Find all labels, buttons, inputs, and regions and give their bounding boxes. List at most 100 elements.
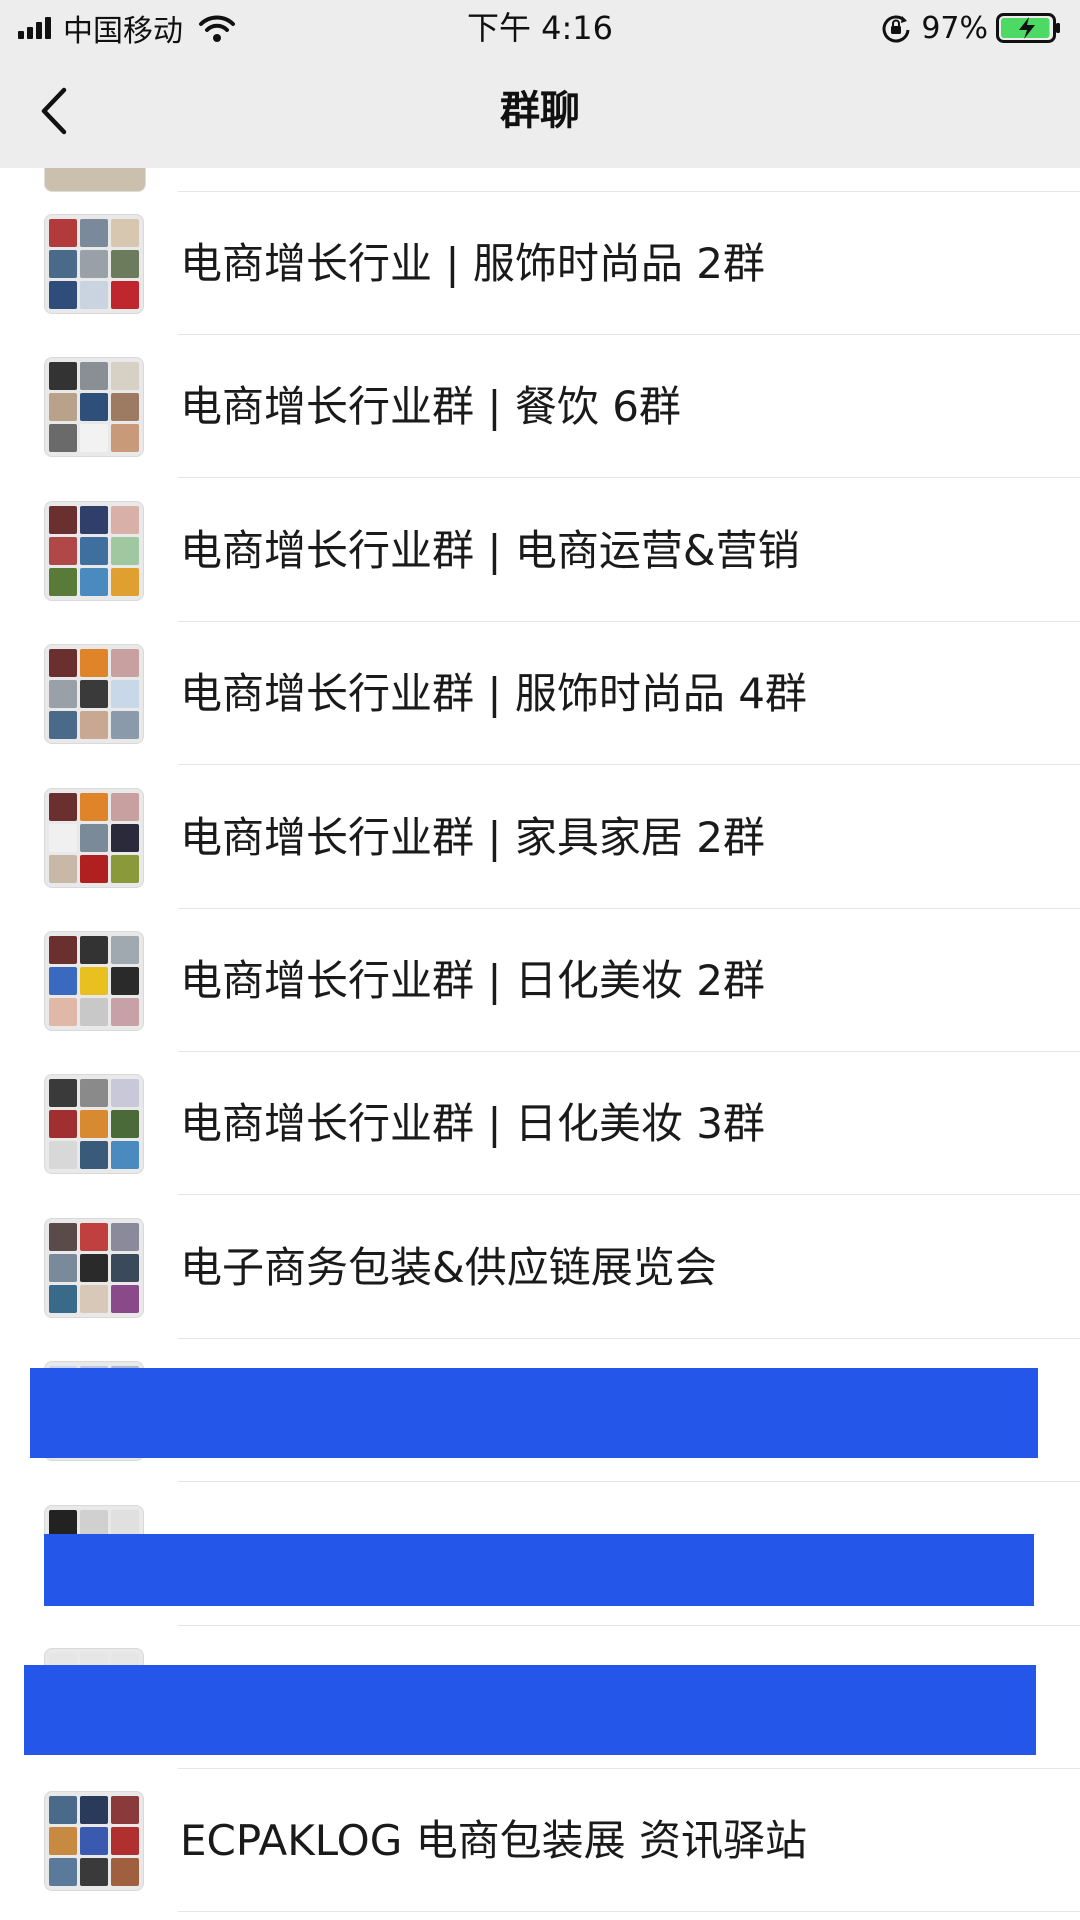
member-avatar-tile xyxy=(111,567,139,596)
member-avatar-tile xyxy=(49,281,77,309)
list-item-group-chat[interactable]: 电商增长行业群 | 服饰时尚品 4群 xyxy=(0,622,1080,766)
member-avatar-tile xyxy=(80,649,108,678)
member-avatar-tile xyxy=(80,1079,108,1108)
group-name: ECPAKLOG 电商包装展 资讯驿站 xyxy=(180,1816,807,1866)
member-avatar-tile xyxy=(111,998,139,1026)
member-avatar-tile xyxy=(49,792,77,821)
member-avatar-tile xyxy=(80,505,108,534)
member-avatar-tile xyxy=(80,680,108,709)
member-avatar-tile xyxy=(111,792,139,821)
list-item-group-chat[interactable]: 电商增长行业群 | 电商运营&营销 xyxy=(0,479,1080,622)
member-avatar-tile xyxy=(80,1253,108,1282)
member-avatar-tile xyxy=(80,536,108,565)
member-avatar-tile xyxy=(49,1284,77,1313)
nav-bar: 群聊 xyxy=(0,54,1080,168)
group-name: 电商增长行业群 | 服饰时尚品 4群 xyxy=(180,669,807,719)
member-avatar-tile xyxy=(111,1253,139,1282)
member-avatar-tile xyxy=(49,362,77,391)
group-name: 电子商务包装&供应链展览会 xyxy=(180,1242,717,1292)
member-avatar-tile xyxy=(49,567,77,596)
member-avatar-tile xyxy=(111,393,139,422)
member-avatar-tile xyxy=(111,1796,139,1825)
group-chat-list[interactable]: 电商增长行业 | 服饰时尚品 2群 电商增长行业群 | 餐饮 6群电商增长行业群 … xyxy=(0,168,1080,1920)
list-item-group-chat[interactable]: ECPAKLOG 电商包装展 资讯驿站 xyxy=(0,1769,1080,1913)
status-bar: 中国移动 下午 4:16 97% xyxy=(0,0,1080,54)
member-avatar-tile xyxy=(111,936,139,964)
member-avatar-tile xyxy=(49,1110,77,1139)
list-item-group-chat[interactable]: 电商增长行业群 | 日化美妆 3群 xyxy=(0,1052,1080,1196)
page-title: 群聊 xyxy=(500,88,580,134)
member-avatar-tile xyxy=(49,1796,77,1825)
group-name: 电商增长行业群 | 餐饮 6群 xyxy=(180,382,681,432)
group-avatar xyxy=(44,214,144,314)
member-avatar-tile xyxy=(111,424,139,453)
member-avatar-tile xyxy=(80,219,108,247)
member-avatar-tile xyxy=(80,250,108,278)
member-avatar-tile xyxy=(80,567,108,596)
member-avatar-tile xyxy=(111,281,139,309)
member-avatar-tile xyxy=(80,1141,108,1170)
member-avatar-tile xyxy=(80,967,108,995)
member-avatar-tile xyxy=(111,711,139,740)
member-avatar-tile xyxy=(80,1796,108,1825)
member-avatar-tile xyxy=(49,680,77,709)
member-avatar-tile xyxy=(49,998,77,1026)
member-avatar-tile xyxy=(111,680,139,709)
member-avatar-tile xyxy=(80,393,108,422)
member-avatar-tile xyxy=(111,1110,139,1139)
member-avatar-tile xyxy=(49,219,77,247)
member-avatar-tile xyxy=(111,250,139,278)
group-name: 电商增长行业群 | 家具家居 2群 xyxy=(180,812,765,862)
group-avatar xyxy=(44,500,144,601)
group-name: 电商增长行业群 | 日化美妆 3群 xyxy=(180,1099,765,1149)
group-avatar xyxy=(44,357,144,458)
group-avatar xyxy=(44,931,144,1031)
group-avatar xyxy=(44,787,144,888)
member-avatar-tile xyxy=(80,792,108,821)
member-avatar-tile xyxy=(111,536,139,565)
member-avatar-tile xyxy=(80,281,108,309)
member-avatar-tile xyxy=(111,219,139,247)
member-avatar-tile xyxy=(49,854,77,883)
member-avatar-tile xyxy=(80,711,108,740)
member-avatar-tile xyxy=(49,536,77,565)
member-avatar-tile xyxy=(49,1253,77,1282)
list-item-group-chat[interactable]: 电商增长行业群 | 餐饮 6群 xyxy=(0,335,1080,479)
battery-charging-icon xyxy=(996,13,1060,43)
member-avatar-tile xyxy=(111,649,139,678)
rotation-lock-icon xyxy=(882,15,910,43)
member-avatar-tile xyxy=(49,505,77,534)
member-avatar-tile xyxy=(111,505,139,534)
list-item-group-chat[interactable]: 电子商务包装&供应链展览会 xyxy=(0,1196,1080,1339)
group-name: 电商增长行业 | 服饰时尚品 2群 xyxy=(180,239,765,288)
member-avatar-tile xyxy=(80,823,108,852)
member-avatar-tile xyxy=(111,967,139,995)
member-avatar-tile xyxy=(49,1858,77,1887)
member-avatar-tile xyxy=(49,1079,77,1108)
member-avatar-tile xyxy=(49,424,77,453)
list-item-group-chat[interactable]: 电商增长行业群 | 家具家居 2群 xyxy=(0,766,1080,909)
member-avatar-tile xyxy=(111,362,139,391)
member-avatar-tile xyxy=(111,854,139,883)
member-avatar-tile xyxy=(111,1284,139,1313)
member-avatar-tile xyxy=(49,1141,77,1170)
group-avatar xyxy=(44,168,146,192)
list-item-group-chat[interactable]: 电商增长行业群 | 日化美妆 2群 xyxy=(0,909,1080,1052)
member-avatar-tile xyxy=(49,936,77,964)
member-avatar-tile xyxy=(80,1827,108,1856)
member-avatar-tile xyxy=(49,393,77,422)
member-avatar-tile xyxy=(80,1222,108,1251)
group-avatar xyxy=(44,644,144,745)
list-item-group-chat[interactable]: 电商增长行业 | 服饰时尚品 2群 xyxy=(0,192,1080,335)
member-avatar-tile xyxy=(49,711,77,740)
member-avatar-tile xyxy=(80,936,108,964)
member-avatar-tile xyxy=(49,823,77,852)
member-avatar-tile xyxy=(49,1222,77,1251)
member-avatar-tile xyxy=(49,1827,77,1856)
list-item-partial[interactable] xyxy=(0,168,1080,192)
redaction-block xyxy=(30,1368,1038,1458)
status-right: 97% xyxy=(881,8,1062,48)
member-avatar-tile xyxy=(49,250,77,278)
member-avatar-tile xyxy=(111,1079,139,1108)
member-avatar-tile xyxy=(111,823,139,852)
